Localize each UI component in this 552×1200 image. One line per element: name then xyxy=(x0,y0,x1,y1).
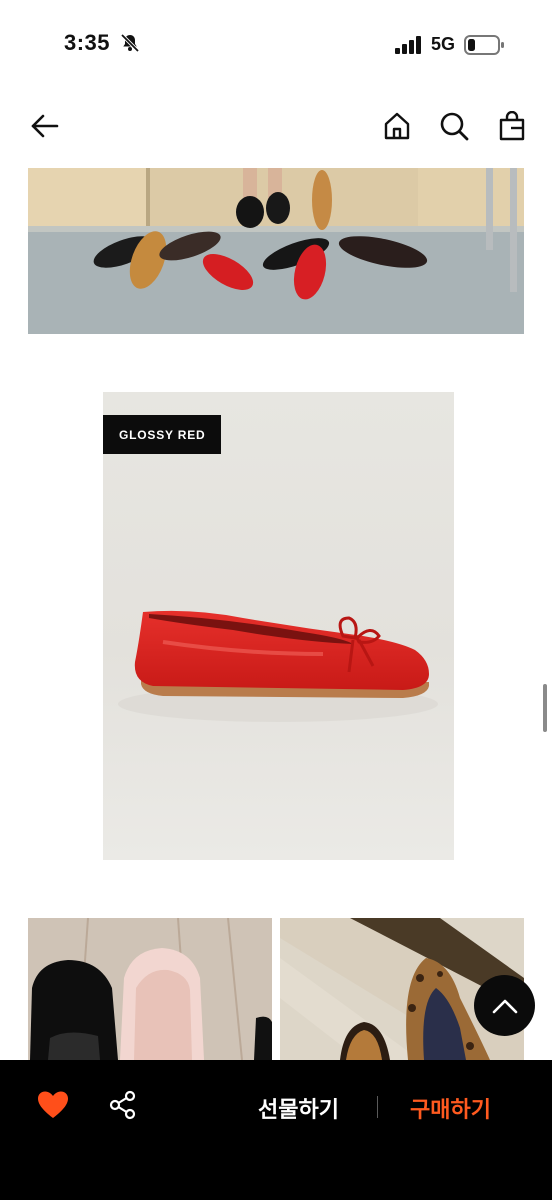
scroll-to-top-button[interactable] xyxy=(474,975,535,1036)
lifestyle-photo xyxy=(28,168,524,334)
status-time: 3:35 xyxy=(64,30,111,55)
divider xyxy=(377,1096,378,1118)
buy-button[interactable]: 구매하기 xyxy=(410,1092,491,1124)
gift-button[interactable]: 선물하기 xyxy=(258,1092,339,1124)
home-icon xyxy=(384,112,410,140)
status-bar: 3:35 5G xyxy=(0,0,552,90)
product-photo xyxy=(103,392,454,860)
signal-icon xyxy=(395,36,421,54)
top-navigation xyxy=(0,96,552,158)
share-icon[interactable] xyxy=(108,1090,138,1120)
network-label: 5G xyxy=(431,34,456,54)
color-tag: GLOSSY RED xyxy=(103,415,222,454)
search-button[interactable] xyxy=(438,110,470,142)
bottom-action-bar: 선물하기 구매하기 xyxy=(0,1060,552,1200)
shopping-bag-icon xyxy=(499,111,525,141)
chevron-up-icon xyxy=(492,999,517,1013)
scrollbar[interactable] xyxy=(543,684,547,732)
arrow-left-icon xyxy=(31,114,59,138)
bell-slash-icon xyxy=(120,33,140,53)
battery-icon xyxy=(464,35,504,55)
detail-photo-left xyxy=(28,918,272,1060)
heart-icon[interactable] xyxy=(37,1090,69,1120)
home-button[interactable] xyxy=(381,110,413,142)
cart-button[interactable] xyxy=(496,110,528,142)
search-icon xyxy=(440,112,469,141)
back-button[interactable] xyxy=(28,110,60,142)
